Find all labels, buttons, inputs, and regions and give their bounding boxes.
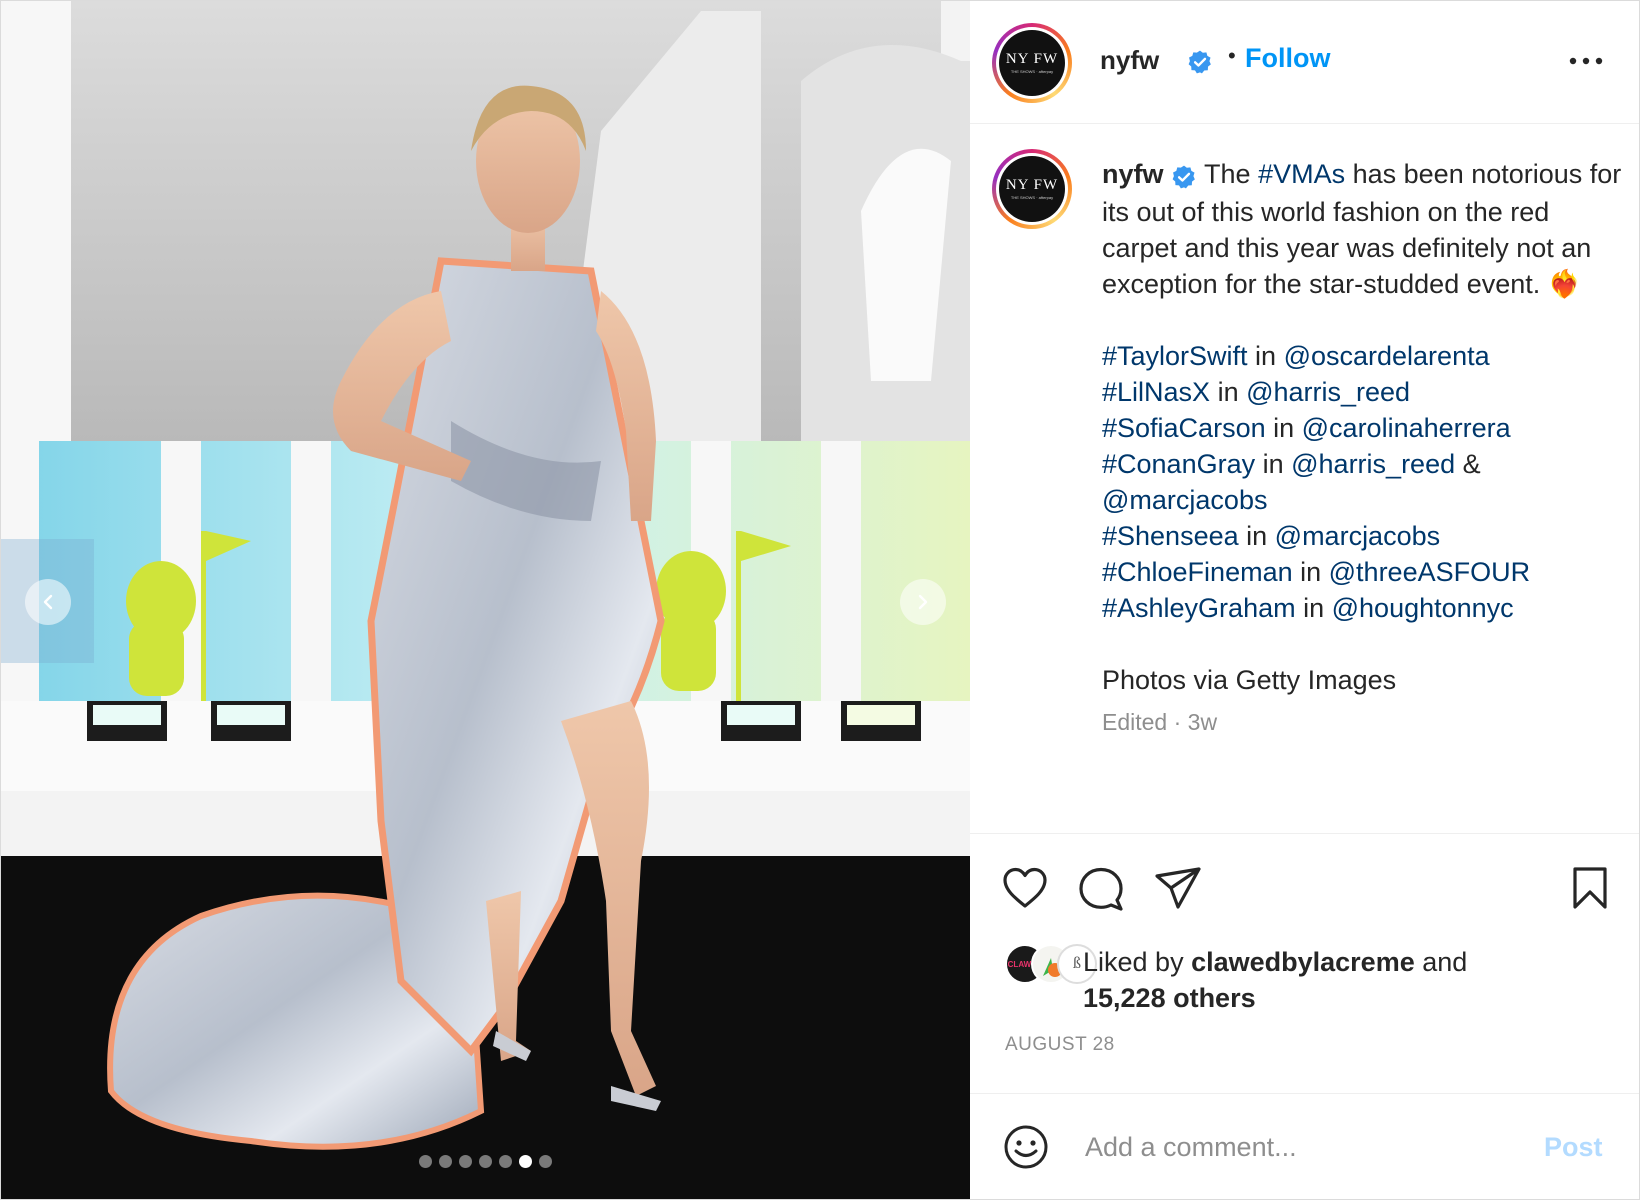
credit-line: @marcjacobs (1102, 482, 1622, 518)
logo-text: NY FW (1005, 51, 1059, 67)
mention-link[interactable]: @harris_reed (1291, 449, 1455, 479)
post-actions: CLAWED ß Liked by clawedbylacreme and 15… (970, 833, 1639, 1094)
nyfw-logo: NY FW THE SHOWS · afterpay (999, 156, 1065, 222)
post-side-panel: NY FW THE SHOWS · afterpay nyfw • Follow… (970, 1, 1639, 1199)
credit-line: #LilNasX in @harris_reed (1102, 374, 1622, 410)
caption-avatar[interactable]: NY FW THE SHOWS · afterpay (992, 149, 1072, 229)
verified-badge-icon (1171, 158, 1197, 194)
logo-text: NY FW (1005, 177, 1059, 193)
comment-bubble-icon[interactable] (1077, 866, 1125, 917)
mention-link[interactable]: @houghtonnyc (1332, 593, 1514, 623)
post-media[interactable] (1, 1, 970, 1199)
carousel-dot (519, 1155, 532, 1168)
hashtag-link[interactable]: #TaylorSwift (1102, 341, 1248, 371)
credit-separator: in (1265, 412, 1302, 443)
hashtag-link[interactable]: #ConanGray (1102, 449, 1255, 479)
instagram-post-modal: NY FW THE SHOWS · afterpay nyfw • Follow… (0, 0, 1640, 1200)
carousel-dot (479, 1155, 492, 1168)
likes-summary: Liked by clawedbylacreme and 15,228 othe… (1083, 944, 1603, 1016)
bookmark-icon[interactable] (1570, 866, 1610, 915)
credit-separator: in (1295, 592, 1332, 623)
logo-subtext: THE SHOWS · afterpay (1010, 69, 1054, 74)
credit-separator: in (1238, 520, 1275, 551)
follow-button[interactable]: Follow (1245, 43, 1330, 74)
credits-list: #TaylorSwift in @oscardelarenta #LilNasX … (1102, 338, 1622, 626)
mention-link[interactable]: @marcjacobs (1102, 485, 1267, 515)
carousel-dot (499, 1155, 512, 1168)
carousel-dot (539, 1155, 552, 1168)
chevron-left-icon (39, 593, 57, 611)
credit-line: #ChloeFineman in @threeASFOUR (1102, 554, 1622, 590)
credit-line: #SofiaCarson in @carolinaherrera (1102, 410, 1622, 446)
credit-line: #AshleyGraham in @houghtonnyc (1102, 590, 1622, 626)
avatar[interactable]: NY FW THE SHOWS · afterpay (992, 23, 1072, 103)
liker-username[interactable]: clawedbylacreme (1191, 947, 1415, 977)
caption-username[interactable]: nyfw (1102, 159, 1164, 189)
credit-separator: in (1247, 340, 1284, 371)
chevron-right-icon (914, 593, 932, 611)
hashtag-link[interactable]: #Shenseea (1102, 521, 1239, 551)
more-options-icon[interactable] (1569, 53, 1603, 71)
hashtag-link[interactable]: #LilNasX (1102, 377, 1210, 407)
smiley-icon[interactable] (1003, 1124, 1049, 1175)
carousel-indicator (1, 1155, 970, 1168)
heart-icon[interactable] (1001, 866, 1049, 915)
caption-text: nyfw The #VMAs has been notorious for it… (1102, 156, 1622, 740)
credit-separator: in (1255, 448, 1292, 479)
verified-badge-icon (1187, 49, 1213, 80)
hashtag-link[interactable]: #SofiaCarson (1102, 413, 1266, 443)
credit-line: #Shenseea in @marcjacobs (1102, 518, 1622, 554)
heart-on-fire-emoji: ❤️‍🔥 (1547, 268, 1582, 299)
carousel-next-button[interactable] (900, 579, 946, 625)
mention-link[interactable]: @carolinaherrera (1302, 413, 1511, 443)
likes-prefix: Liked by (1083, 947, 1192, 977)
post-header: NY FW THE SHOWS · afterpay nyfw • Follow (970, 1, 1639, 124)
header-separator: • (1228, 43, 1236, 68)
hashtag-link[interactable]: #AshleyGraham (1102, 593, 1296, 623)
post-age[interactable]: 3w (1188, 709, 1217, 735)
paper-plane-icon[interactable] (1154, 866, 1202, 915)
post-date[interactable]: AUGUST 28 (1005, 1034, 1115, 1056)
comment-bar: Post (970, 1093, 1639, 1199)
mention-link[interactable]: @threeASFOUR (1329, 557, 1530, 587)
credit-line: #TaylorSwift in @oscardelarenta (1102, 338, 1622, 374)
credit-separator: in (1210, 376, 1247, 407)
caption-intro: The (1204, 159, 1259, 189)
photo-credit: Photos via Getty Images (1102, 664, 1397, 695)
credit-line: #ConanGray in @harris_reed & (1102, 446, 1622, 482)
mention-link[interactable]: @oscardelarenta (1284, 341, 1490, 371)
hashtag-link[interactable]: #VMAs (1258, 159, 1345, 189)
caption-area: NY FW THE SHOWS · afterpay nyfw The #VMA… (970, 123, 1639, 833)
credit-extra: & (1455, 448, 1481, 479)
hashtag-link[interactable]: #ChloeFineman (1102, 557, 1293, 587)
logo-subtext: THE SHOWS · afterpay (1010, 195, 1054, 200)
post-photo (1, 1, 970, 1199)
carousel-dot (459, 1155, 472, 1168)
likes-and: and (1414, 947, 1468, 977)
credit-separator: in (1292, 556, 1329, 587)
edited-label: Edited (1102, 708, 1168, 735)
post-comment-button[interactable]: Post (1544, 1132, 1603, 1163)
comment-input[interactable] (1083, 1124, 1507, 1170)
carousel-dot (419, 1155, 432, 1168)
author-username[interactable]: nyfw (1100, 45, 1159, 76)
meta-separator: · (1167, 708, 1188, 735)
carousel-dot (439, 1155, 452, 1168)
likes-count[interactable]: 15,228 others (1083, 983, 1256, 1013)
mention-link[interactable]: @harris_reed (1246, 377, 1410, 407)
carousel-prev-button[interactable] (25, 579, 71, 625)
caption-meta: Edited · 3w (1102, 704, 1622, 740)
nyfw-logo: NY FW THE SHOWS · afterpay (999, 30, 1065, 96)
mention-link[interactable]: @marcjacobs (1275, 521, 1440, 551)
